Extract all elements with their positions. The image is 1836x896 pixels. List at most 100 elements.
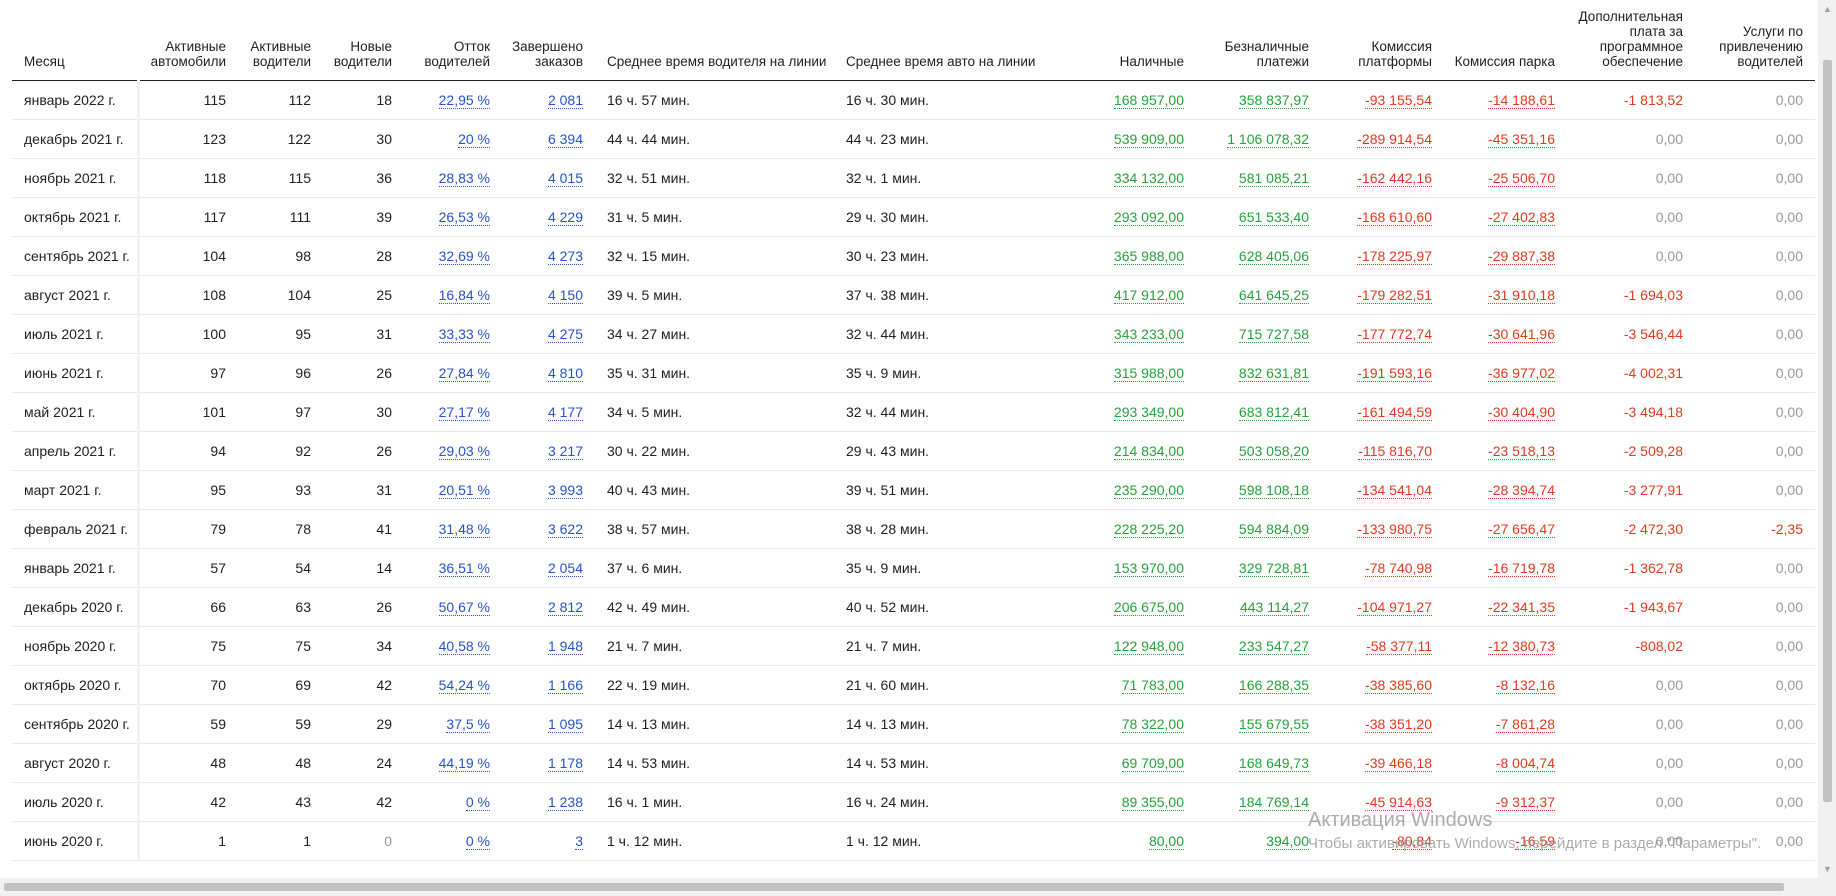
park-fee-link[interactable]: -8 004,74 (1495, 754, 1555, 772)
orders-completed-link[interactable]: 6 394 (547, 130, 583, 148)
platform-fee-link[interactable]: -133 980,75 (1357, 520, 1432, 538)
orders-completed-link[interactable]: 4 273 (547, 247, 583, 265)
park-fee-link[interactable]: -8 132,16 (1495, 676, 1555, 694)
cashless-link[interactable]: 329 728,81 (1238, 559, 1309, 577)
header-driver-churn[interactable]: Отток водителей (404, 0, 502, 81)
platform-fee-link[interactable]: -104 971,27 (1357, 598, 1432, 616)
cash-link[interactable]: 80,00 (1148, 832, 1184, 850)
orders-completed-link[interactable]: 2 054 (547, 559, 583, 577)
driver-churn-link[interactable]: 36,51 % (438, 559, 490, 577)
vertical-scroll-thumb[interactable] (1823, 60, 1832, 802)
driver-churn-link[interactable]: 27,84 % (438, 364, 490, 382)
header-cash[interactable]: Наличные (1074, 0, 1196, 81)
platform-fee-link[interactable]: -58 377,11 (1366, 637, 1432, 655)
park-fee-link[interactable]: -25 506,70 (1488, 169, 1555, 187)
vertical-scrollbar[interactable]: ▲ ▼ (1818, 0, 1836, 878)
platform-fee-link[interactable]: -39 466,18 (1365, 754, 1432, 772)
park-fee-link[interactable]: -45 351,16 (1488, 130, 1555, 148)
driver-churn-link[interactable]: 20 % (458, 130, 490, 148)
orders-completed-link[interactable]: 4 229 (547, 208, 583, 226)
orders-completed-link[interactable]: 2 081 (547, 91, 583, 109)
cash-link[interactable]: 228 225,20 (1113, 520, 1184, 538)
driver-churn-link[interactable]: 37,5 % (446, 715, 490, 733)
park-fee-link[interactable]: -9 312,37 (1495, 793, 1555, 811)
orders-completed-link[interactable]: 1 238 (547, 793, 583, 811)
header-avg-car-time[interactable]: Среднее время авто на линии (834, 0, 1074, 81)
header-software-fee[interactable]: Дополнительная плата за программное обес… (1567, 0, 1695, 81)
cash-link[interactable]: 71 783,00 (1121, 676, 1184, 694)
cashless-link[interactable]: 443 114,27 (1239, 598, 1309, 616)
park-fee-link[interactable]: -16 719,78 (1488, 559, 1555, 577)
park-fee-link[interactable]: -14 188,61 (1488, 91, 1555, 109)
orders-completed-link[interactable]: 4 275 (547, 325, 583, 343)
cashless-link[interactable]: 581 085,21 (1238, 169, 1309, 187)
cash-link[interactable]: 365 988,00 (1113, 247, 1184, 265)
cash-link[interactable]: 334 132,00 (1113, 169, 1184, 187)
platform-fee-link[interactable]: -38 385,60 (1365, 676, 1432, 694)
platform-fee-link[interactable]: -179 282,51 (1357, 286, 1432, 304)
cashless-link[interactable]: 683 812,41 (1238, 403, 1309, 421)
cashless-link[interactable]: 166 288,35 (1238, 676, 1309, 694)
park-fee-link[interactable]: -7 861,28 (1495, 715, 1555, 733)
cashless-link[interactable]: 832 631,81 (1238, 364, 1309, 382)
driver-churn-link[interactable]: 16,84 % (438, 286, 490, 304)
header-park-fee[interactable]: Комиссия парка (1444, 0, 1567, 81)
platform-fee-link[interactable]: -162 442,16 (1357, 169, 1432, 187)
park-fee-link[interactable]: -31 910,18 (1488, 286, 1555, 304)
horizontal-scrollbar[interactable] (0, 878, 1818, 896)
cash-link[interactable]: 417 912,00 (1113, 286, 1184, 304)
platform-fee-link[interactable]: -289 914,54 (1357, 130, 1432, 148)
driver-churn-link[interactable]: 28,83 % (438, 169, 490, 187)
cashless-link[interactable]: 394,00 (1266, 832, 1309, 850)
platform-fee-link[interactable]: -93 155,54 (1365, 91, 1432, 109)
header-new-drivers[interactable]: Новые водители (323, 0, 404, 81)
scroll-down-arrow-icon[interactable]: ▼ (1823, 864, 1832, 874)
header-avg-driver-time[interactable]: Среднее время водителя на линии (595, 0, 834, 81)
cashless-link[interactable]: 358 837,97 (1238, 91, 1309, 109)
cash-link[interactable]: 206 675,00 (1113, 598, 1184, 616)
header-cashless[interactable]: Безналичные платежи (1196, 0, 1321, 81)
cashless-link[interactable]: 598 108,18 (1238, 481, 1309, 499)
driver-churn-link[interactable]: 29,03 % (438, 442, 490, 460)
cash-link[interactable]: 293 092,00 (1113, 208, 1184, 226)
park-fee-link[interactable]: -12 380,73 (1488, 637, 1555, 655)
cash-link[interactable]: 168 957,00 (1113, 91, 1184, 109)
cash-link[interactable]: 78 322,00 (1121, 715, 1184, 733)
header-month[interactable]: Месяц (12, 0, 138, 81)
cashless-link[interactable]: 184 769,14 (1238, 793, 1309, 811)
orders-completed-link[interactable]: 3 993 (547, 481, 583, 499)
cashless-link[interactable]: 233 547,27 (1238, 637, 1309, 655)
platform-fee-link[interactable]: -168 610,60 (1357, 208, 1432, 226)
driver-churn-link[interactable]: 22,95 % (438, 91, 490, 109)
park-fee-link[interactable]: -30 641,96 (1488, 325, 1555, 343)
driver-churn-link[interactable]: 26,53 % (438, 208, 490, 226)
orders-completed-link[interactable]: 3 (575, 832, 583, 850)
driver-churn-link[interactable]: 0 % (465, 793, 490, 811)
platform-fee-link[interactable]: -161 494,59 (1357, 403, 1432, 421)
cash-link[interactable]: 89 355,00 (1121, 793, 1184, 811)
cash-link[interactable]: 343 233,00 (1113, 325, 1184, 343)
driver-churn-link[interactable]: 27,17 % (438, 403, 490, 421)
header-platform-fee[interactable]: Комиссия платформы (1321, 0, 1444, 81)
platform-fee-link[interactable]: -115 816,70 (1358, 442, 1432, 460)
park-fee-link[interactable]: -29 887,38 (1488, 247, 1555, 265)
orders-completed-link[interactable]: 1 095 (547, 715, 583, 733)
park-fee-link[interactable]: -23 518,13 (1488, 442, 1555, 460)
header-active-drivers[interactable]: Активные водители (238, 0, 323, 81)
scroll-up-arrow-icon[interactable]: ▲ (1823, 4, 1832, 14)
cashless-link[interactable]: 155 679,55 (1238, 715, 1309, 733)
orders-completed-link[interactable]: 3 217 (547, 442, 583, 460)
cash-link[interactable]: 122 948,00 (1113, 637, 1184, 655)
header-recruit-services[interactable]: Услуги по привлечению водителей (1695, 0, 1815, 81)
driver-churn-link[interactable]: 44,19 % (438, 754, 490, 772)
driver-churn-link[interactable]: 31,48 % (438, 520, 490, 538)
park-fee-link[interactable]: -22 341,35 (1488, 598, 1555, 616)
header-orders-completed[interactable]: Завершено заказов (502, 0, 595, 81)
orders-completed-link[interactable]: 4 015 (547, 169, 583, 187)
driver-churn-link[interactable]: 33,33 % (438, 325, 490, 343)
park-fee-link[interactable]: -36 977,02 (1488, 364, 1555, 382)
cash-link[interactable]: 539 909,00 (1113, 130, 1184, 148)
cashless-link[interactable]: 168 649,73 (1238, 754, 1309, 772)
driver-churn-link[interactable]: 50,67 % (438, 598, 490, 616)
driver-churn-link[interactable]: 20,51 % (438, 481, 490, 499)
